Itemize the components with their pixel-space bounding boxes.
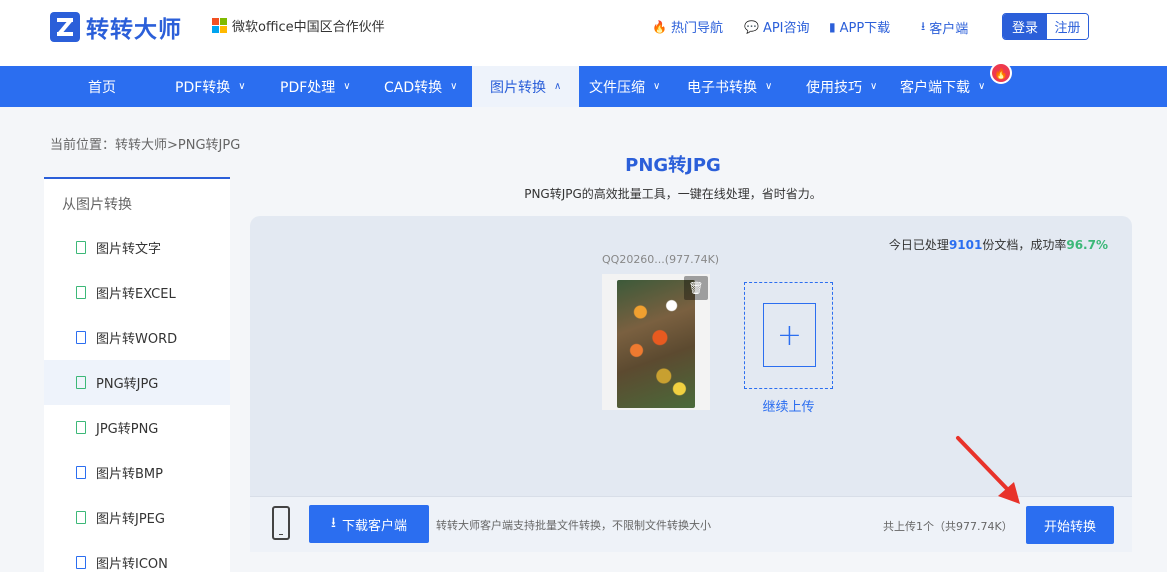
upload-count: 共上传1个（共977.74K） (883, 520, 1013, 533)
nav-label: CAD转换 (384, 79, 443, 96)
sidebar-item-label: 图片转ICON (96, 557, 168, 572)
microsoft-logo-icon (212, 18, 227, 33)
sidebar-item-image-to-jpeg[interactable]: 图片转JPEG (44, 495, 230, 540)
nav-label: PDF转换 (175, 79, 231, 96)
brand-name: 转转大师 (86, 17, 182, 43)
client-link[interactable]: ⭳ 客户端 (921, 17, 968, 38)
nav-label: PDF处理 (280, 79, 336, 96)
image-file-icon (76, 421, 86, 434)
sidebar-item-image-to-icon[interactable]: 图片转ICON (44, 540, 230, 572)
sidebar-title: 从图片转换 (62, 197, 132, 213)
image-file-icon (76, 466, 86, 479)
client-hint: 转转大师客户端支持批量文件转换，不限制文件转换大小 (436, 519, 711, 532)
delete-file-button[interactable]: 🗑 (684, 276, 708, 300)
trash-icon: 🗑 (688, 281, 704, 295)
stats-count: 9101 (948, 238, 983, 252)
image-file-icon (76, 556, 86, 569)
page-title: PNG转JPG (625, 155, 721, 176)
sidebar-item-label: 图片转文字 (96, 242, 162, 257)
processing-stats: 今日已处理9101份文档，成功率96.7% (889, 236, 1108, 253)
hot-nav-link[interactable]: 🔥 热门导航 (652, 17, 723, 37)
image-file-icon (76, 376, 86, 389)
sidebar-item-image-to-text[interactable]: 图片转文字 (44, 225, 230, 270)
nav-item-pdf-process[interactable]: PDF处理 ∨ (280, 66, 351, 107)
download-icon: ⭳ (331, 515, 336, 531)
sidebar-item-label: 图片转BMP (96, 467, 163, 482)
chevron-down-icon: ∨ (978, 81, 986, 92)
chevron-up-icon: ∧ (554, 81, 562, 92)
sidebar-item-label: 图片转EXCEL (96, 287, 176, 302)
nav-item-client-download[interactable]: 客户端下载 ∨ (900, 66, 985, 107)
sidebar-item-image-to-excel[interactable]: 图片转EXCEL (44, 270, 230, 315)
breadcrumb: 当前位置：转转大师>PNG转JPG (50, 138, 241, 153)
chevron-down-icon: ∨ (870, 81, 878, 92)
partner-note: 微软office中国区合作伙伴 (212, 16, 385, 35)
file-name: QQ20260...(977.74K) (602, 253, 720, 266)
red-arrow-icon (956, 436, 1020, 504)
chevron-down-icon: ∨ (653, 81, 661, 92)
sidebar-item-label: 图片转WORD (96, 332, 178, 347)
stats-rate: 96.7% (1066, 238, 1108, 252)
plus-icon: + (763, 303, 816, 367)
brand-logo[interactable]: 转转大师 (50, 10, 182, 44)
nav-item-ebook[interactable]: 电子书转换 ∨ (687, 66, 772, 107)
chevron-down-icon: ∨ (343, 81, 351, 92)
chevron-down-icon: ∨ (450, 81, 458, 92)
continue-upload-link[interactable]: 继续上传 (744, 396, 833, 415)
download-client-label: 下载客户端 (341, 518, 407, 534)
hot-nav-label: 热门导航 (670, 21, 723, 36)
sidebar-item-jpg-to-png[interactable]: JPG转PNG (44, 405, 230, 450)
file-icon (76, 331, 86, 344)
nav-item-compress[interactable]: 文件压缩 ∨ (589, 66, 660, 107)
login-button[interactable]: 登录 (1003, 14, 1047, 39)
chat-icon: 💬 (744, 19, 759, 34)
nav-item-tips[interactable]: 使用技巧 ∨ (806, 66, 877, 107)
sidebar-item-png-to-jpg[interactable]: PNG转JPG (44, 360, 230, 405)
thumbnail-image (617, 280, 695, 408)
mobile-phone-icon (272, 506, 290, 540)
nav-label: 首页 (88, 79, 116, 96)
download-client-button[interactable]: ⭳ 下载客户端 (309, 505, 429, 543)
phone-icon: ▮ (829, 19, 836, 34)
start-convert-button[interactable]: 开始转换 (1026, 506, 1114, 544)
nav-label: 图片转换 (490, 79, 546, 96)
nav-label: 电子书转换 (687, 79, 757, 96)
image-file-icon (76, 511, 86, 524)
sidebar: 从图片转换 图片转文字 图片转EXCEL 图片转WORD PNG转JPG JPG… (44, 177, 230, 572)
sidebar-item-label: JPG转PNG (96, 422, 159, 437)
partner-text: 微软office中国区合作伙伴 (232, 20, 385, 35)
nav-item-cad[interactable]: CAD转换 ∨ (384, 66, 457, 107)
file-icon (76, 241, 86, 254)
nav-item-home[interactable]: 首页 (88, 66, 116, 107)
app-download-label: APP下载 (839, 21, 891, 36)
stats-middle: 份文档，成功率 (982, 238, 1067, 252)
logo-icon (50, 12, 80, 42)
client-label: 客户端 (929, 22, 969, 37)
app-download-link[interactable]: ▮ APP下载 (829, 17, 891, 37)
register-button[interactable]: 注册 (1047, 14, 1088, 39)
nav-label: 文件压缩 (589, 79, 645, 96)
sidebar-item-label: 图片转JPEG (96, 512, 165, 527)
api-label: API咨询 (762, 21, 810, 36)
chevron-down-icon: ∨ (765, 81, 773, 92)
nav-label: 使用技巧 (806, 79, 862, 96)
nav-item-pdf-convert[interactable]: PDF转换 ∨ (175, 66, 246, 107)
file-icon (76, 286, 86, 299)
nav-label: 客户端下载 (900, 79, 970, 96)
top-header: 转转大师 微软office中国区合作伙伴 🔥 热门导航 💬 API咨询 ▮ AP… (0, 0, 1167, 66)
api-link[interactable]: 💬 API咨询 (744, 17, 810, 37)
stats-prefix: 今日已处理 (888, 238, 949, 252)
add-file-button[interactable]: + (744, 282, 833, 389)
download-icon: ⭳ (921, 19, 926, 33)
nav-item-image[interactable]: 图片转换 ∧ (472, 66, 579, 107)
hot-badge-icon: 🔥 (990, 62, 1012, 84)
sidebar-item-image-to-word[interactable]: 图片转WORD (44, 315, 230, 360)
sidebar-item-label: PNG转JPG (96, 377, 159, 392)
sidebar-item-image-to-bmp[interactable]: 图片转BMP (44, 450, 230, 495)
chevron-down-icon: ∨ (238, 81, 246, 92)
page-subtitle: PNG转JPG的高效批量工具，一键在线处理，省时省力。 (524, 187, 822, 201)
flame-icon: 🔥 (652, 19, 667, 34)
auth-buttons: 登录 注册 (1002, 13, 1089, 40)
